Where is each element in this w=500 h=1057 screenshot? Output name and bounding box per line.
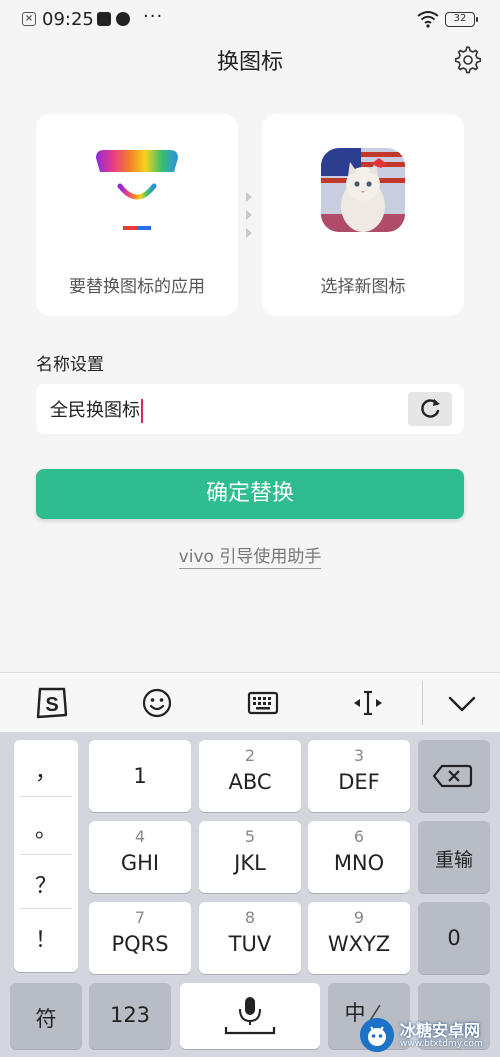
gear-icon[interactable]	[452, 44, 482, 74]
emoji-icon[interactable]	[139, 685, 175, 721]
punct-key[interactable]: ？	[20, 868, 72, 900]
divider	[20, 854, 72, 855]
cursor-move-icon[interactable]	[350, 685, 386, 721]
key-letters: TUV	[228, 932, 272, 956]
retype-key[interactable]: 重输	[418, 821, 490, 893]
app-notification-icon	[116, 12, 130, 26]
name-setting-label: 名称设置	[36, 355, 104, 375]
divider	[20, 796, 72, 797]
key-3[interactable]: 3 DEF	[308, 740, 410, 812]
mail-notification-icon	[97, 12, 111, 26]
key-label: 1	[133, 764, 147, 788]
key-letters: JKL	[234, 851, 266, 875]
cat-photo-icon	[321, 148, 405, 232]
key-4[interactable]: 4 GHI	[89, 821, 191, 893]
sogou-logo-icon[interactable]: S	[34, 685, 70, 721]
key-letters: PQRS	[111, 932, 169, 956]
key-label: 123	[109, 1003, 151, 1027]
key-label: 符	[35, 1007, 57, 1031]
key-9[interactable]: 9 WXYZ	[308, 902, 410, 974]
new-icon-card[interactable]: 选择新图标	[262, 114, 464, 316]
refresh-button[interactable]	[408, 392, 452, 426]
arrow-right-icon	[246, 192, 254, 246]
key-1[interactable]: 1	[89, 740, 191, 812]
key-label: 0	[447, 926, 461, 950]
key-number: 2	[244, 746, 256, 765]
svg-text:S: S	[45, 694, 58, 716]
help-link-text: vivo 引导使用助手	[178, 547, 322, 569]
key-0[interactable]: 0	[418, 902, 490, 974]
confirm-replace-button[interactable]: 确定替换	[36, 469, 464, 519]
battery-icon: 32	[445, 12, 478, 27]
refresh-icon	[421, 399, 440, 418]
key-letters: DEF	[338, 770, 380, 794]
key-number: 4	[134, 827, 146, 846]
key-number: 6	[353, 827, 365, 846]
watermark-url: www.btxtdmy.com	[400, 1039, 483, 1049]
watermark-text: 冰糖安卓网	[400, 1021, 481, 1040]
name-input-field[interactable]: 全民换图标	[50, 396, 143, 423]
key-letters: MNO	[333, 851, 385, 875]
divider	[20, 908, 72, 909]
watermark-logo-icon	[360, 1018, 394, 1052]
key-6[interactable]: 6 MNO	[308, 821, 410, 893]
punctuation-column[interactable]: ， 。 ？ ！	[14, 740, 78, 972]
keyboard-layout-icon[interactable]	[245, 685, 281, 721]
microphone-icon	[224, 997, 276, 1035]
backspace-icon	[432, 764, 473, 788]
key-8[interactable]: 8 TUV	[199, 902, 301, 974]
name-input-box[interactable]: 全民换图标	[36, 384, 464, 434]
text-caret	[141, 399, 143, 423]
app-logo-icon	[96, 150, 178, 230]
notification-x-icon: ×	[22, 12, 36, 26]
key-7[interactable]: 7 PQRS	[89, 902, 191, 974]
source-app-card[interactable]: 要替换图标的应用	[36, 114, 238, 316]
key-label: 重输	[434, 849, 473, 871]
punct-key[interactable]: 。	[20, 812, 72, 844]
key-5[interactable]: 5 JKL	[199, 821, 301, 893]
t9-keyboard: ， 。 ？ ！ 1 2 ABC 3 DEF 4 GHI 5 JKL 6 MNO	[0, 732, 500, 1057]
toolbar-divider	[422, 681, 423, 725]
key-letters: GHI	[120, 851, 160, 875]
space-key[interactable]	[180, 983, 320, 1049]
key-2[interactable]: 2 ABC	[199, 740, 301, 812]
key-number: 5	[244, 827, 256, 846]
key-number: 8	[244, 908, 256, 927]
page-title: 换图标	[216, 50, 283, 75]
source-app-label: 要替换图标的应用	[69, 277, 205, 297]
name-input-value: 全民换图标	[50, 400, 140, 421]
keyboard-toolbar: S	[0, 672, 500, 732]
status-time: 09:25	[42, 9, 94, 30]
punct-key[interactable]: ，	[20, 754, 72, 786]
symbols-key[interactable]: 符	[10, 983, 82, 1049]
key-number: 9	[353, 908, 365, 927]
more-notifications-icon: ···	[143, 6, 164, 27]
key-letters: ABC	[228, 770, 272, 794]
watermark: 冰糖安卓网 www.btxtdmy.com	[356, 1012, 500, 1057]
help-link[interactable]: vivo 引导使用助手	[0, 542, 500, 569]
new-icon-label: 选择新图标	[320, 277, 406, 297]
wifi-icon	[417, 11, 439, 28]
key-number: 7	[134, 908, 146, 927]
key-number: 3	[353, 746, 365, 765]
chevron-down-icon[interactable]	[444, 685, 480, 721]
backspace-key[interactable]	[418, 740, 490, 812]
key-letters: WXYZ	[327, 932, 391, 956]
punct-key[interactable]: ！	[20, 922, 72, 954]
numbers-key[interactable]: 123	[89, 983, 171, 1049]
status-bar: × 09:25 ··· 32	[0, 0, 500, 40]
